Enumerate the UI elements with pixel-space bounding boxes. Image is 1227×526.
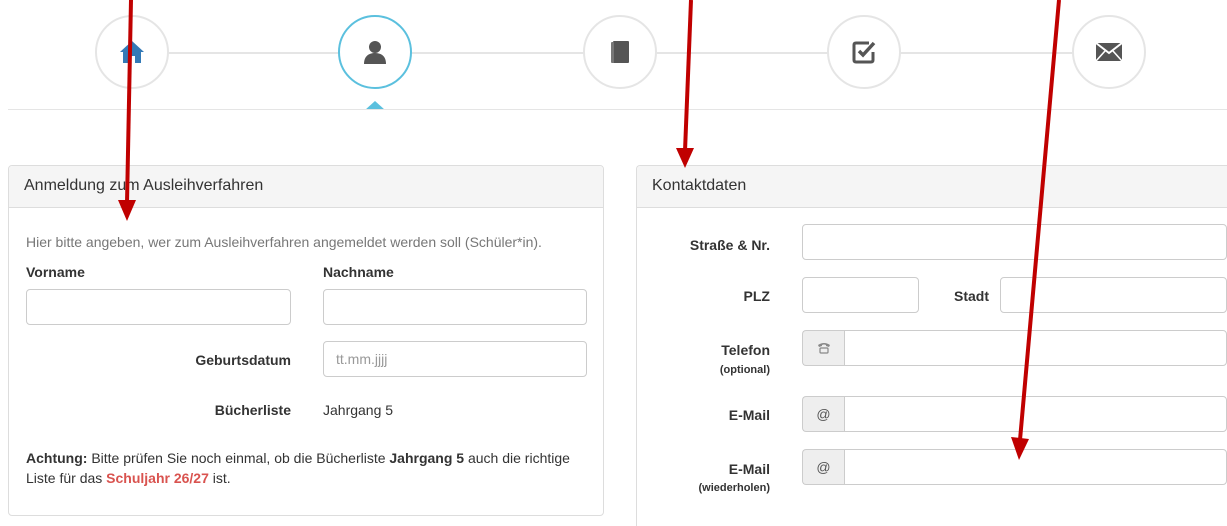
step-personal[interactable] — [338, 15, 412, 89]
street-input[interactable] — [802, 224, 1227, 260]
email-label: E-Mail — [728, 407, 770, 423]
phone-addon — [802, 330, 844, 366]
note-text-1: Bitte prüfen Sie noch einmal, ob die Büc… — [87, 450, 390, 466]
envelope-icon — [1095, 42, 1123, 62]
note-prefix: Achtung: — [26, 450, 88, 466]
contact-panel-title: Kontaktdaten — [637, 166, 1227, 208]
wizard-steps — [0, 0, 1227, 110]
email-repeat-sublabel: (wiederholen) — [698, 482, 770, 494]
email-addon: @ — [802, 396, 844, 432]
registration-panel-title: Anmeldung zum Ausleihverfahren — [9, 166, 603, 208]
first-name-label: Vorname — [26, 264, 85, 280]
zip-label: PLZ — [743, 288, 770, 304]
last-name-label: Nachname — [323, 264, 394, 280]
registration-help-text: Hier bitte angeben, wer zum Ausleihverfa… — [26, 234, 542, 250]
step-home[interactable] — [95, 15, 169, 89]
email-repeat-input[interactable] — [844, 449, 1227, 485]
step-confirm[interactable] — [827, 15, 901, 89]
phone-icon — [817, 343, 830, 354]
contact-panel: Kontaktdaten Straße & Nr. PLZ Stadt Tele… — [636, 165, 1227, 526]
wizard-divider — [8, 109, 1227, 110]
email-input[interactable] — [844, 396, 1227, 432]
step-send[interactable] — [1072, 15, 1146, 89]
user-icon — [364, 41, 386, 64]
birthdate-label: Geburtsdatum — [195, 352, 291, 368]
note-schoolyear: Schuljahr 26/27 — [106, 470, 209, 486]
last-name-input[interactable] — [323, 289, 587, 325]
birthdate-input[interactable] — [323, 341, 587, 377]
phone-sublabel: (optional) — [719, 364, 770, 376]
book-icon — [611, 41, 629, 63]
zip-input[interactable] — [802, 277, 919, 313]
first-name-input[interactable] — [26, 289, 291, 325]
step-books[interactable] — [583, 15, 657, 89]
note-booklist: Jahrgang 5 — [389, 450, 465, 466]
street-label: Straße & Nr. — [689, 237, 770, 253]
registration-panel: Anmeldung zum Ausleihverfahren Hier bitt… — [8, 165, 604, 516]
booklist-value: Jahrgang 5 — [323, 402, 394, 418]
city-input[interactable] — [1000, 277, 1227, 313]
city-label: Stadt — [954, 288, 989, 304]
booklist-warning-note: Achtung: Bitte prüfen Sie noch einmal, o… — [26, 448, 586, 488]
checkbox-icon — [852, 41, 876, 64]
email-repeat-label: E-Mail — [728, 461, 770, 477]
phone-label: Telefon — [721, 342, 770, 358]
home-icon — [120, 41, 144, 63]
booklist-label: Bücherliste — [214, 402, 291, 418]
email-repeat-addon: @ — [802, 449, 844, 485]
note-text-3: ist. — [208, 470, 231, 486]
phone-input[interactable] — [844, 330, 1227, 366]
